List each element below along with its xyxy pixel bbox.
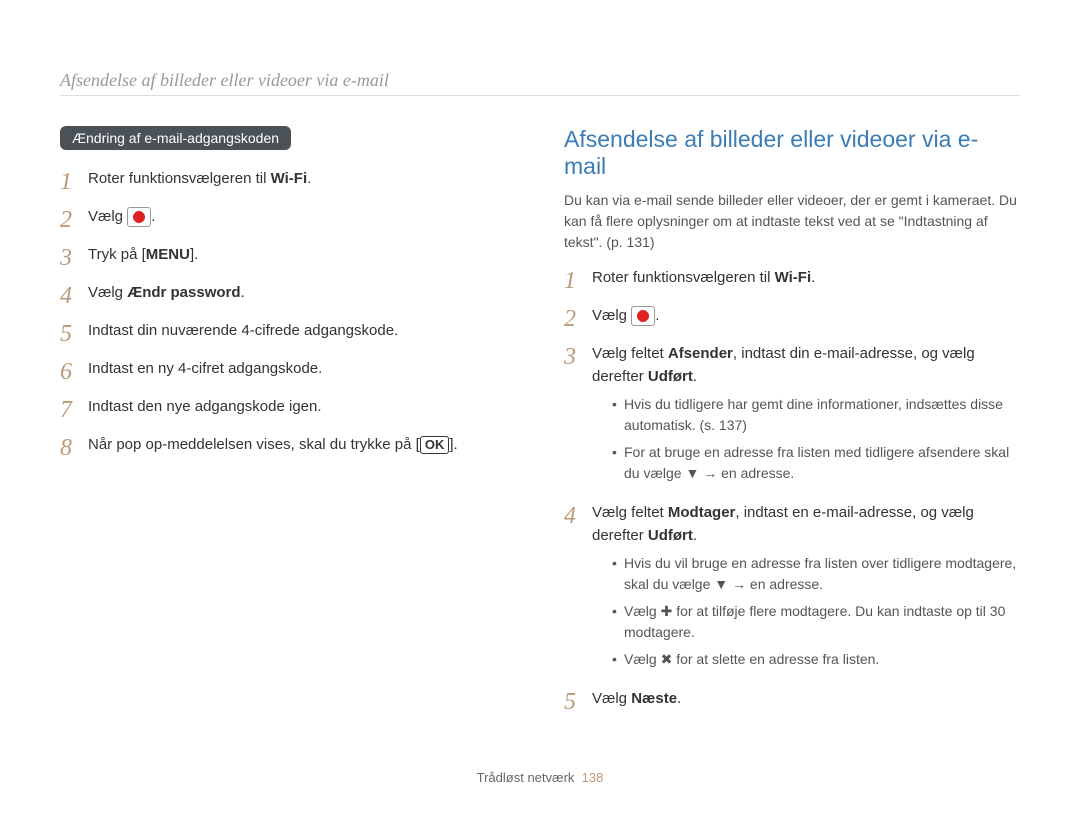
sub-bullets: Hvis du vil bruge en adresse fra listen … bbox=[612, 553, 1020, 670]
step-item: 2 Vælg . bbox=[564, 305, 1020, 331]
step-number: 7 bbox=[60, 396, 88, 422]
step-text: Når pop op-meddelelsen vises, skal du tr… bbox=[88, 434, 516, 457]
step-number: 2 bbox=[60, 206, 88, 232]
step-text: Tryk på [MENU]. bbox=[88, 244, 516, 267]
step-number: 4 bbox=[564, 502, 592, 528]
sub-bullet: Vælg ✚ for at tilføje flere modtagere. D… bbox=[612, 601, 1020, 643]
step-number: 1 bbox=[564, 267, 592, 293]
step-item: 6 Indtast en ny 4-cifret adgangskode. bbox=[60, 358, 516, 384]
section-title: Afsendelse af billeder eller videoer via… bbox=[564, 126, 1020, 180]
left-column: Ændring af e-mail-adgangskoden 1 Roter f… bbox=[60, 126, 516, 726]
manual-page: Afsendelse af billeder eller videoer via… bbox=[0, 0, 1080, 815]
step-item: 1 Roter funktionsvælgeren til Wi-Fi. bbox=[60, 168, 516, 194]
sub-bullet: Vælg ✖ for at slette en adresse fra list… bbox=[612, 649, 1020, 670]
step-number: 1 bbox=[60, 168, 88, 194]
footer-label: Trådløst netværk bbox=[477, 770, 575, 785]
step-text: Roter funktionsvælgeren til Wi-Fi. bbox=[88, 168, 516, 191]
step-text: Vælg . bbox=[88, 206, 516, 229]
step-number: 3 bbox=[60, 244, 88, 270]
step-item: 4 Vælg Ændr password. bbox=[60, 282, 516, 308]
step-text: Vælg Næste. bbox=[592, 688, 1020, 711]
content-columns: Ændring af e-mail-adgangskoden 1 Roter f… bbox=[60, 126, 1020, 726]
step-text: Vælg feltet Afsender, indtast din e-mail… bbox=[592, 343, 1020, 490]
step-item: 2 Vælg . bbox=[60, 206, 516, 232]
sub-bullets: Hvis du tidligere har gemt dine informat… bbox=[612, 394, 1020, 484]
step-item: 3 Tryk på [MENU]. bbox=[60, 244, 516, 270]
breadcrumb: Afsendelse af billeder eller videoer via… bbox=[60, 70, 1020, 96]
step-text: Indtast en ny 4-cifret adgangskode. bbox=[88, 358, 516, 381]
step-number: 6 bbox=[60, 358, 88, 384]
ok-icon: OK bbox=[420, 436, 450, 454]
step-text: Indtast din nuværende 4-cifrede adgangsk… bbox=[88, 320, 516, 343]
section-pill: Ændring af e-mail-adgangskoden bbox=[60, 126, 291, 150]
step-text: Roter funktionsvælgeren til Wi-Fi. bbox=[592, 267, 1020, 290]
step-item: 8 Når pop op-meddelelsen vises, skal du … bbox=[60, 434, 516, 460]
step-number: 8 bbox=[60, 434, 88, 460]
step-item: 5 Indtast din nuværende 4-cifrede adgang… bbox=[60, 320, 516, 346]
email-icon bbox=[631, 306, 655, 326]
step-text: Vælg . bbox=[592, 305, 1020, 328]
right-column: Afsendelse af billeder eller videoer via… bbox=[564, 126, 1020, 726]
step-item: 4 Vælg feltet Modtager, indtast en e-mai… bbox=[564, 502, 1020, 676]
step-number: 2 bbox=[564, 305, 592, 331]
intro-paragraph: Du kan via e-mail sende billeder eller v… bbox=[564, 190, 1020, 253]
page-number: 138 bbox=[582, 770, 604, 785]
left-steps: 1 Roter funktionsvælgeren til Wi-Fi. 2 V… bbox=[60, 168, 516, 460]
sub-bullet: For at bruge en adresse fra listen med t… bbox=[612, 442, 1020, 484]
step-number: 5 bbox=[564, 688, 592, 714]
email-icon bbox=[127, 207, 151, 227]
step-number: 5 bbox=[60, 320, 88, 346]
step-number: 3 bbox=[564, 343, 592, 369]
step-text: Vælg Ændr password. bbox=[88, 282, 516, 305]
sub-bullet: Hvis du vil bruge en adresse fra listen … bbox=[612, 553, 1020, 595]
step-item: 1 Roter funktionsvælgeren til Wi-Fi. bbox=[564, 267, 1020, 293]
step-item: 5 Vælg Næste. bbox=[564, 688, 1020, 714]
step-item: 3 Vælg feltet Afsender, indtast din e-ma… bbox=[564, 343, 1020, 490]
step-item: 7 Indtast den nye adgangskode igen. bbox=[60, 396, 516, 422]
step-number: 4 bbox=[60, 282, 88, 308]
sub-bullet: Hvis du tidligere har gemt dine informat… bbox=[612, 394, 1020, 436]
step-text: Vælg feltet Modtager, indtast en e-mail-… bbox=[592, 502, 1020, 676]
right-steps: 1 Roter funktionsvælgeren til Wi-Fi. 2 V… bbox=[564, 267, 1020, 714]
page-footer: Trådløst netværk 138 bbox=[0, 770, 1080, 785]
step-text: Indtast den nye adgangskode igen. bbox=[88, 396, 516, 419]
